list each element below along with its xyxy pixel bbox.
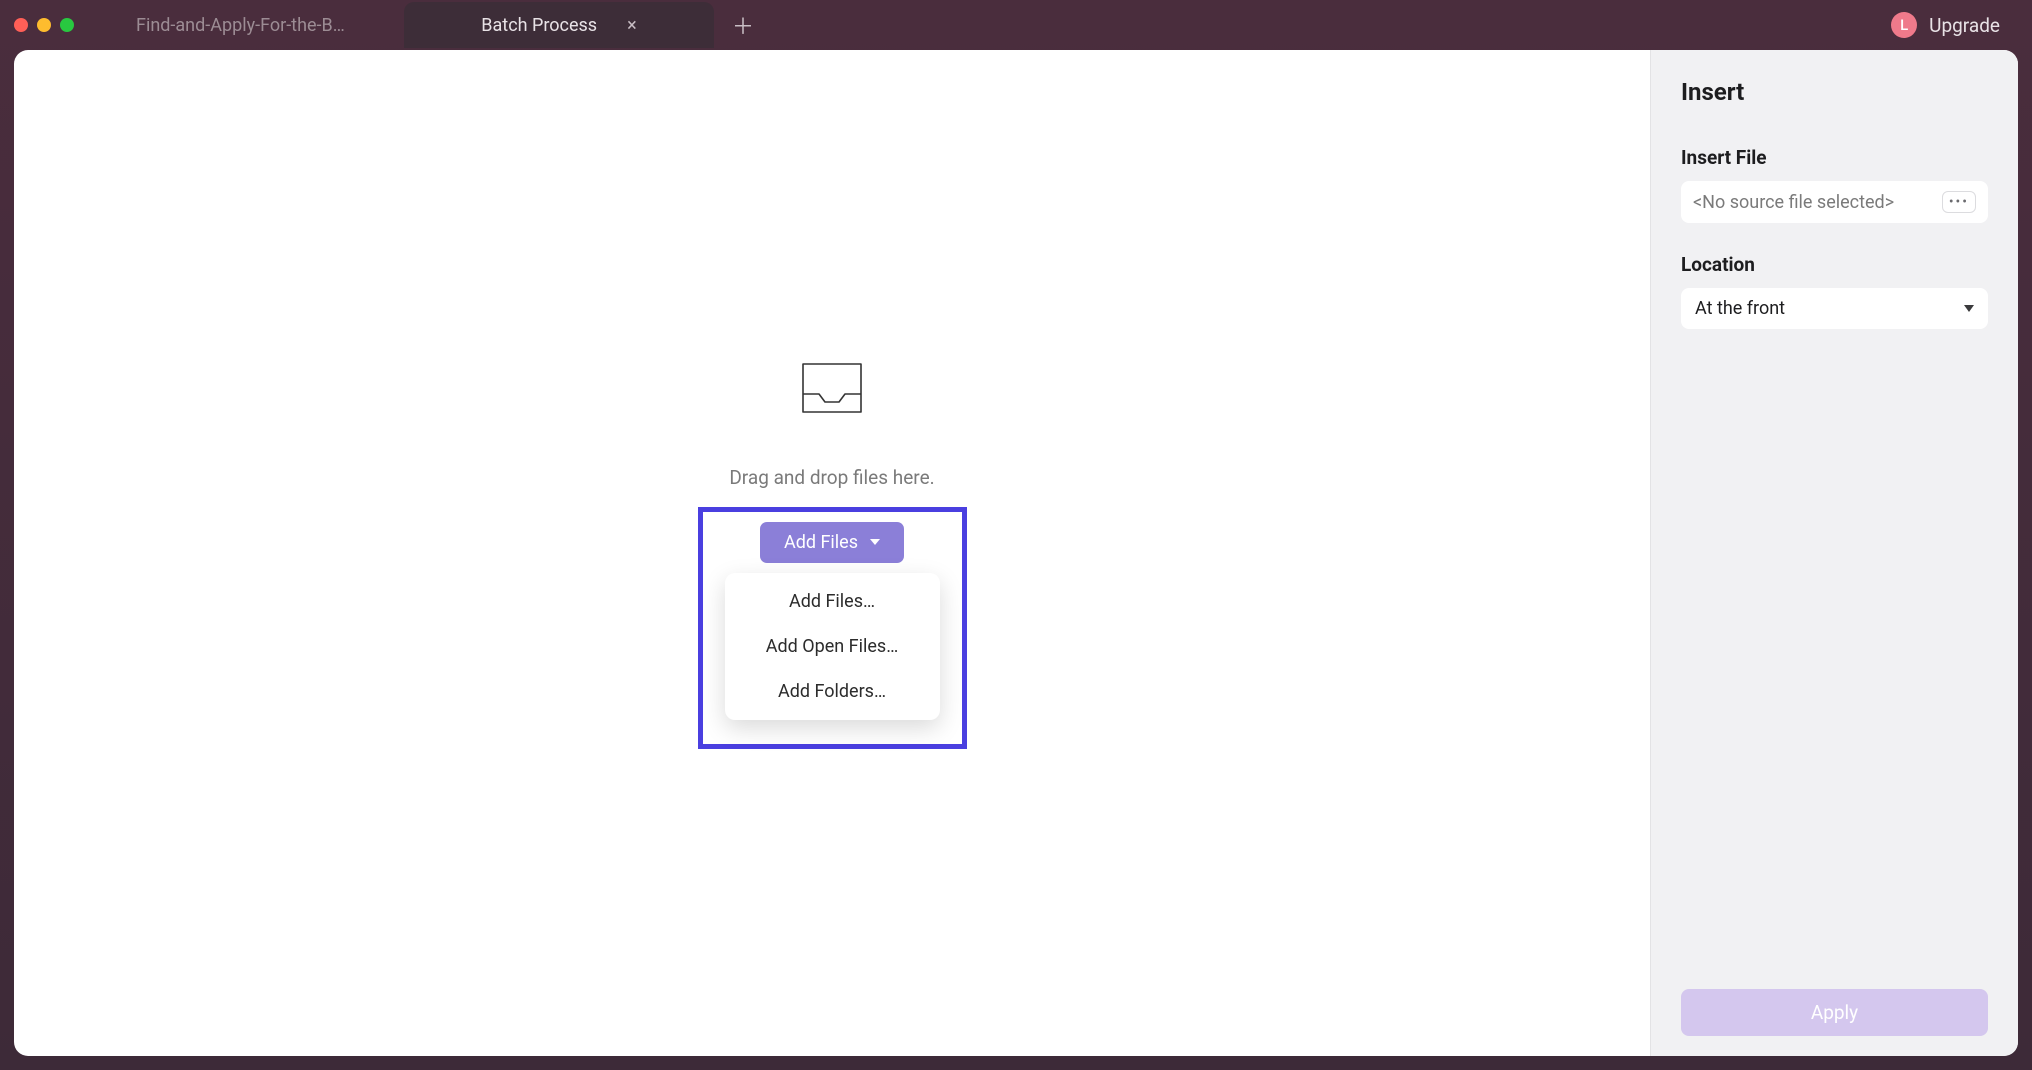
tab-label: Batch Process: [481, 15, 597, 36]
minimize-window-button[interactable]: [37, 18, 51, 32]
chevron-down-icon: [870, 539, 880, 545]
source-file-selector[interactable]: <No source file selected> •••: [1681, 181, 1988, 223]
apply-button[interactable]: Apply: [1681, 989, 1988, 1036]
avatar[interactable]: L: [1891, 12, 1917, 38]
location-field: Location At the front: [1681, 253, 1988, 329]
location-select[interactable]: At the front: [1681, 288, 1988, 329]
add-files-button-label: Add Files: [784, 532, 858, 553]
source-file-value: <No source file selected>: [1693, 192, 1894, 213]
side-panel: Insert Insert File <No source file selec…: [1650, 50, 2018, 1056]
inbox-icon: [797, 358, 867, 418]
avatar-initial: L: [1900, 16, 1908, 34]
drop-hint: Drag and drop files here.: [729, 466, 934, 489]
tab-find-apply[interactable]: Find-and-Apply-For-the-B…: [114, 2, 404, 48]
chevron-down-icon: [1964, 305, 1974, 312]
add-files-menu: Add Files… Add Open Files… Add Folders…: [725, 573, 940, 720]
titlebar: Find-and-Apply-For-the-B… Batch Process …: [0, 0, 2032, 50]
window-controls: [14, 18, 74, 32]
tab-bar: Find-and-Apply-For-the-B… Batch Process …: [114, 0, 1891, 50]
add-files-button[interactable]: Add Files: [760, 522, 904, 563]
upgrade-link[interactable]: Upgrade: [1929, 14, 2000, 37]
menu-item-add-folders[interactable]: Add Folders…: [725, 669, 940, 714]
panel-footer: Apply: [1681, 989, 1988, 1036]
panel-title: Insert: [1681, 78, 1988, 106]
more-icon[interactable]: •••: [1942, 191, 1976, 213]
tab-batch-process[interactable]: Batch Process ×: [404, 2, 714, 48]
drop-zone[interactable]: Drag and drop files here. Add Files Add …: [698, 358, 967, 749]
add-files-region: Add Files Add Files… Add Open Files… Add…: [698, 507, 967, 749]
insert-file-label: Insert File: [1681, 146, 1988, 169]
menu-item-add-files[interactable]: Add Files…: [725, 579, 940, 624]
location-value: At the front: [1695, 298, 1785, 319]
insert-file-field: Insert File <No source file selected> ••…: [1681, 146, 1988, 223]
new-tab-button[interactable]: ＋: [714, 9, 772, 41]
main-area: Drag and drop files here. Add Files Add …: [14, 50, 1650, 1056]
close-tab-icon[interactable]: ×: [627, 15, 637, 36]
tab-label: Find-and-Apply-For-the-B…: [136, 15, 345, 36]
menu-item-add-open-files[interactable]: Add Open Files…: [725, 624, 940, 669]
location-label: Location: [1681, 253, 1988, 276]
app-window: Drag and drop files here. Add Files Add …: [14, 50, 2018, 1056]
close-window-button[interactable]: [14, 18, 28, 32]
titlebar-right: L Upgrade: [1891, 12, 2018, 38]
fullscreen-window-button[interactable]: [60, 18, 74, 32]
